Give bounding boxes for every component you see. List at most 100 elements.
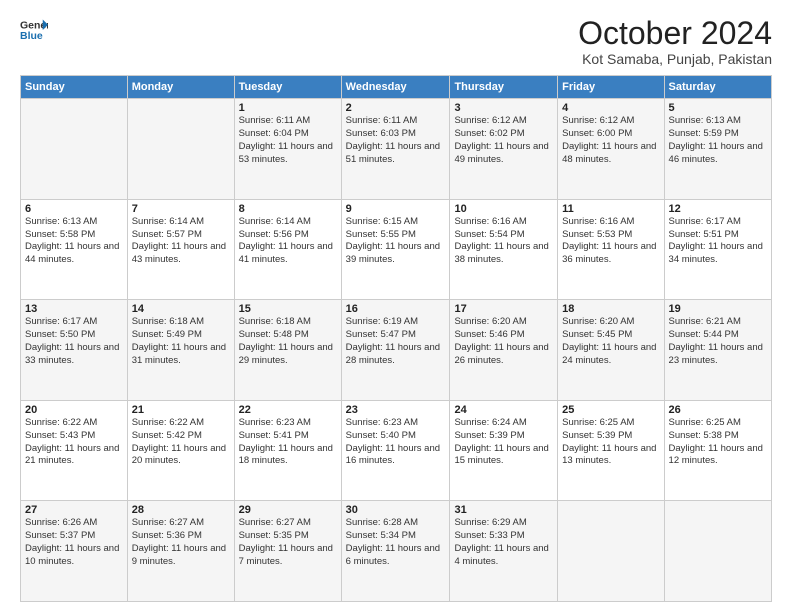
table-row: 18Sunrise: 6:20 AMSunset: 5:45 PMDayligh… (558, 300, 664, 401)
calendar-week-row: 27Sunrise: 6:26 AMSunset: 5:37 PMDayligh… (21, 501, 772, 602)
day-number: 22 (239, 404, 337, 416)
day-info: Sunrise: 6:20 AMSunset: 5:46 PMDaylight:… (454, 316, 553, 367)
day-number: 24 (454, 404, 553, 416)
table-row: 7Sunrise: 6:14 AMSunset: 5:57 PMDaylight… (127, 199, 234, 300)
day-info: Sunrise: 6:17 AMSunset: 5:51 PMDaylight:… (669, 216, 767, 267)
day-info: Sunrise: 6:29 AMSunset: 5:33 PMDaylight:… (454, 517, 553, 568)
day-number: 30 (346, 504, 446, 516)
day-number: 1 (239, 102, 337, 114)
logo-icon: General Blue (20, 16, 48, 44)
calendar-week-row: 13Sunrise: 6:17 AMSunset: 5:50 PMDayligh… (21, 300, 772, 401)
day-info: Sunrise: 6:23 AMSunset: 5:41 PMDaylight:… (239, 417, 337, 468)
day-number: 20 (25, 404, 123, 416)
day-number: 2 (346, 102, 446, 114)
calendar-week-row: 1Sunrise: 6:11 AMSunset: 6:04 PMDaylight… (21, 99, 772, 200)
table-row: 3Sunrise: 6:12 AMSunset: 6:02 PMDaylight… (450, 99, 558, 200)
day-number: 9 (346, 203, 446, 215)
day-info: Sunrise: 6:28 AMSunset: 5:34 PMDaylight:… (346, 517, 446, 568)
day-number: 10 (454, 203, 553, 215)
day-info: Sunrise: 6:27 AMSunset: 5:36 PMDaylight:… (132, 517, 230, 568)
col-monday: Monday (127, 76, 234, 99)
table-row: 28Sunrise: 6:27 AMSunset: 5:36 PMDayligh… (127, 501, 234, 602)
table-row: 12Sunrise: 6:17 AMSunset: 5:51 PMDayligh… (664, 199, 771, 300)
day-info: Sunrise: 6:14 AMSunset: 5:57 PMDaylight:… (132, 216, 230, 267)
day-number: 26 (669, 404, 767, 416)
table-row: 20Sunrise: 6:22 AMSunset: 5:43 PMDayligh… (21, 400, 128, 501)
main-title: October 2024 (578, 16, 772, 51)
day-number: 19 (669, 303, 767, 315)
day-info: Sunrise: 6:14 AMSunset: 5:56 PMDaylight:… (239, 216, 337, 267)
day-number: 16 (346, 303, 446, 315)
table-row (127, 99, 234, 200)
table-row: 31Sunrise: 6:29 AMSunset: 5:33 PMDayligh… (450, 501, 558, 602)
table-row: 30Sunrise: 6:28 AMSunset: 5:34 PMDayligh… (341, 501, 450, 602)
day-info: Sunrise: 6:24 AMSunset: 5:39 PMDaylight:… (454, 417, 553, 468)
day-number: 5 (669, 102, 767, 114)
table-row: 14Sunrise: 6:18 AMSunset: 5:49 PMDayligh… (127, 300, 234, 401)
table-row: 1Sunrise: 6:11 AMSunset: 6:04 PMDaylight… (234, 99, 341, 200)
table-row: 19Sunrise: 6:21 AMSunset: 5:44 PMDayligh… (664, 300, 771, 401)
day-number: 6 (25, 203, 123, 215)
table-row: 21Sunrise: 6:22 AMSunset: 5:42 PMDayligh… (127, 400, 234, 501)
calendar-header-row: Sunday Monday Tuesday Wednesday Thursday… (21, 76, 772, 99)
day-number: 21 (132, 404, 230, 416)
day-info: Sunrise: 6:25 AMSunset: 5:38 PMDaylight:… (669, 417, 767, 468)
table-row: 27Sunrise: 6:26 AMSunset: 5:37 PMDayligh… (21, 501, 128, 602)
table-row: 15Sunrise: 6:18 AMSunset: 5:48 PMDayligh… (234, 300, 341, 401)
table-row: 9Sunrise: 6:15 AMSunset: 5:55 PMDaylight… (341, 199, 450, 300)
header: General Blue October 2024 Kot Samaba, Pu… (20, 16, 772, 67)
table-row: 13Sunrise: 6:17 AMSunset: 5:50 PMDayligh… (21, 300, 128, 401)
day-number: 7 (132, 203, 230, 215)
table-row: 26Sunrise: 6:25 AMSunset: 5:38 PMDayligh… (664, 400, 771, 501)
col-friday: Friday (558, 76, 664, 99)
col-wednesday: Wednesday (341, 76, 450, 99)
day-info: Sunrise: 6:22 AMSunset: 5:43 PMDaylight:… (25, 417, 123, 468)
day-info: Sunrise: 6:18 AMSunset: 5:48 PMDaylight:… (239, 316, 337, 367)
day-info: Sunrise: 6:12 AMSunset: 6:02 PMDaylight:… (454, 115, 553, 166)
table-row (664, 501, 771, 602)
table-row (558, 501, 664, 602)
day-number: 29 (239, 504, 337, 516)
day-info: Sunrise: 6:21 AMSunset: 5:44 PMDaylight:… (669, 316, 767, 367)
table-row: 5Sunrise: 6:13 AMSunset: 5:59 PMDaylight… (664, 99, 771, 200)
subtitle: Kot Samaba, Punjab, Pakistan (578, 51, 772, 67)
day-number: 31 (454, 504, 553, 516)
day-number: 3 (454, 102, 553, 114)
day-info: Sunrise: 6:20 AMSunset: 5:45 PMDaylight:… (562, 316, 659, 367)
day-info: Sunrise: 6:15 AMSunset: 5:55 PMDaylight:… (346, 216, 446, 267)
day-info: Sunrise: 6:18 AMSunset: 5:49 PMDaylight:… (132, 316, 230, 367)
calendar-week-row: 6Sunrise: 6:13 AMSunset: 5:58 PMDaylight… (21, 199, 772, 300)
day-number: 14 (132, 303, 230, 315)
day-number: 28 (132, 504, 230, 516)
day-info: Sunrise: 6:17 AMSunset: 5:50 PMDaylight:… (25, 316, 123, 367)
day-info: Sunrise: 6:23 AMSunset: 5:40 PMDaylight:… (346, 417, 446, 468)
day-number: 4 (562, 102, 659, 114)
logo: General Blue (20, 16, 48, 44)
day-number: 27 (25, 504, 123, 516)
col-saturday: Saturday (664, 76, 771, 99)
table-row: 4Sunrise: 6:12 AMSunset: 6:00 PMDaylight… (558, 99, 664, 200)
day-number: 25 (562, 404, 659, 416)
table-row: 23Sunrise: 6:23 AMSunset: 5:40 PMDayligh… (341, 400, 450, 501)
day-number: 15 (239, 303, 337, 315)
col-thursday: Thursday (450, 76, 558, 99)
day-number: 23 (346, 404, 446, 416)
title-block: October 2024 Kot Samaba, Punjab, Pakista… (578, 16, 772, 67)
col-sunday: Sunday (21, 76, 128, 99)
table-row: 10Sunrise: 6:16 AMSunset: 5:54 PMDayligh… (450, 199, 558, 300)
table-row: 6Sunrise: 6:13 AMSunset: 5:58 PMDaylight… (21, 199, 128, 300)
day-info: Sunrise: 6:16 AMSunset: 5:54 PMDaylight:… (454, 216, 553, 267)
table-row: 22Sunrise: 6:23 AMSunset: 5:41 PMDayligh… (234, 400, 341, 501)
day-info: Sunrise: 6:19 AMSunset: 5:47 PMDaylight:… (346, 316, 446, 367)
day-info: Sunrise: 6:26 AMSunset: 5:37 PMDaylight:… (25, 517, 123, 568)
day-info: Sunrise: 6:13 AMSunset: 5:59 PMDaylight:… (669, 115, 767, 166)
table-row: 11Sunrise: 6:16 AMSunset: 5:53 PMDayligh… (558, 199, 664, 300)
day-info: Sunrise: 6:11 AMSunset: 6:04 PMDaylight:… (239, 115, 337, 166)
day-number: 8 (239, 203, 337, 215)
day-info: Sunrise: 6:12 AMSunset: 6:00 PMDaylight:… (562, 115, 659, 166)
table-row (21, 99, 128, 200)
day-number: 12 (669, 203, 767, 215)
calendar-week-row: 20Sunrise: 6:22 AMSunset: 5:43 PMDayligh… (21, 400, 772, 501)
calendar: Sunday Monday Tuesday Wednesday Thursday… (20, 75, 772, 602)
day-info: Sunrise: 6:13 AMSunset: 5:58 PMDaylight:… (25, 216, 123, 267)
